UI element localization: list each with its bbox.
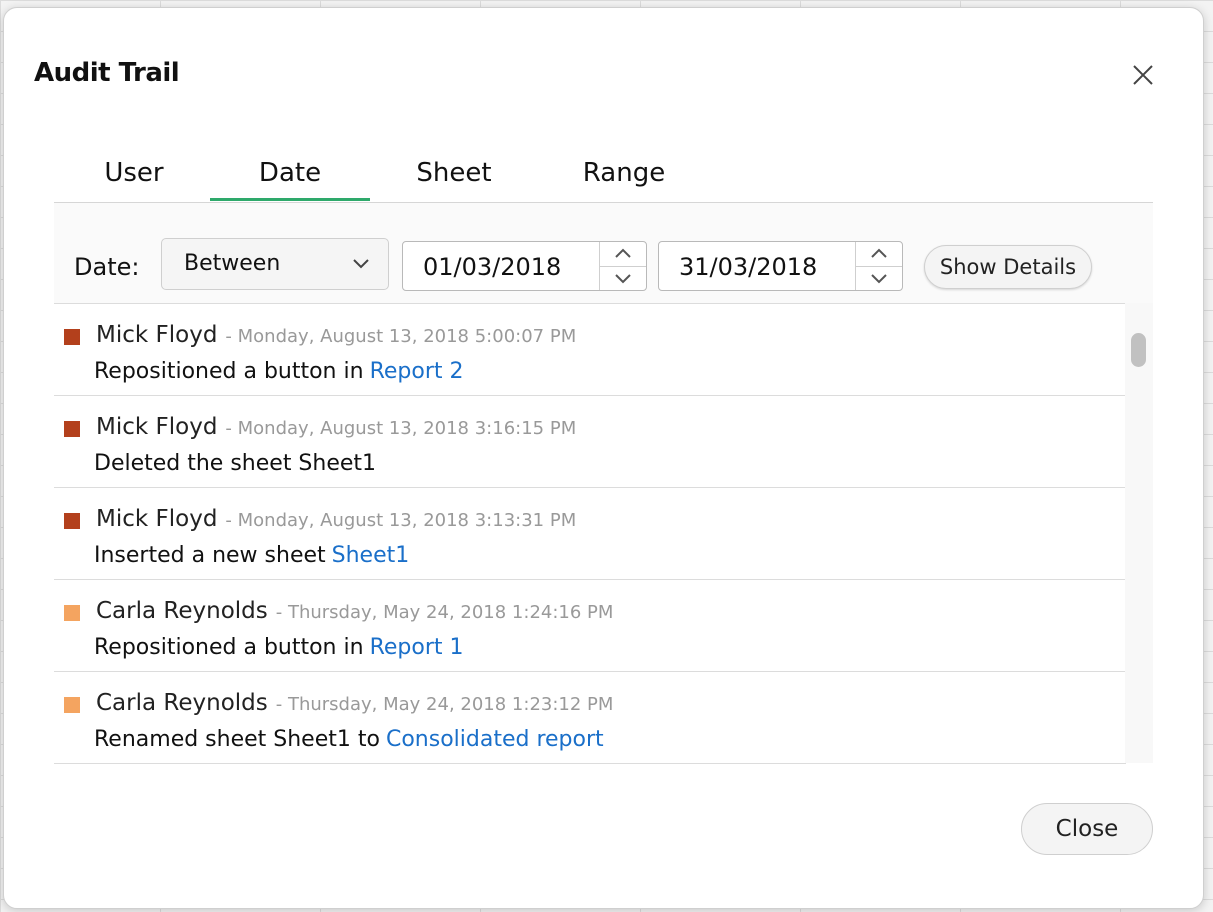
entry-timestamp: - Monday, August 13, 2018 3:13:31 PM [225, 510, 577, 531]
date-mode-select[interactable]: Between [161, 238, 389, 290]
chevron-down-icon[interactable] [856, 266, 902, 290]
audit-entry: Mick Floyd - Monday, August 13, 2018 3:16… [54, 396, 1125, 488]
entry-action: Inserted a new sheet [94, 543, 326, 568]
entry-user-name: Mick Floyd [96, 414, 218, 440]
chevron-up-icon[interactable] [600, 242, 646, 267]
chevron-down-icon [353, 259, 369, 269]
entry-user-name: Carla Reynolds [96, 598, 268, 624]
audit-trail-dialog: Audit Trail User Date Sheet Range Date: … [3, 7, 1204, 909]
from-date-field[interactable]: 01/03/2018 [402, 241, 647, 291]
entry-action: Repositioned a button in [94, 635, 364, 660]
entry-link[interactable]: Report 1 [370, 635, 464, 660]
list-scrollbar[interactable] [1125, 303, 1153, 763]
entry-user-name: Mick Floyd [96, 322, 218, 348]
tab-user[interactable]: User [84, 158, 184, 201]
show-details-button[interactable]: Show Details [924, 245, 1092, 289]
tab-range[interactable]: Range [564, 158, 684, 201]
tab-date[interactable]: Date [210, 158, 370, 201]
entry-timestamp: - Thursday, May 24, 2018 1:24:16 PM [275, 602, 614, 623]
user-color-marker [64, 513, 80, 529]
from-date-stepper [599, 242, 646, 290]
entry-timestamp: - Monday, August 13, 2018 3:16:15 PM [225, 418, 577, 439]
user-color-marker [64, 421, 80, 437]
entry-link[interactable]: Report 2 [370, 359, 464, 384]
date-filter-panel: Date: Between 01/03/2018 31/03/2018 Show… [54, 203, 1153, 303]
dialog-title: Audit Trail [34, 58, 180, 88]
scrollbar-thumb[interactable] [1131, 333, 1146, 367]
entry-timestamp: - Monday, August 13, 2018 5:00:07 PM [225, 326, 577, 347]
chevron-up-icon[interactable] [856, 242, 902, 267]
entry-action: Renamed sheet Sheet1 to [94, 727, 380, 752]
from-date-value: 01/03/2018 [423, 253, 562, 281]
to-date-value: 31/03/2018 [679, 253, 818, 281]
audit-entry: Carla Reynolds - Thursday, May 24, 2018 1… [54, 580, 1125, 672]
entry-link[interactable]: Consolidated report [386, 727, 604, 752]
entry-timestamp: - Thursday, May 24, 2018 1:23:12 PM [275, 694, 614, 715]
audit-entry: Carla Reynolds - Thursday, May 24, 2018 1… [54, 672, 1125, 764]
entry-link[interactable]: Sheet1 [332, 543, 410, 568]
date-mode-value: Between [184, 251, 281, 276]
entry-user-name: Mick Floyd [96, 506, 218, 532]
audit-entry: Mick Floyd - Monday, August 13, 2018 5:00… [54, 304, 1125, 396]
date-filter-label: Date: [74, 253, 140, 281]
tab-sheet[interactable]: Sheet [404, 158, 504, 201]
audit-entry-list: Mick Floyd - Monday, August 13, 2018 5:00… [54, 303, 1126, 764]
to-date-field[interactable]: 31/03/2018 [658, 241, 903, 291]
user-color-marker [64, 605, 80, 621]
user-color-marker [64, 329, 80, 345]
entry-user-name: Carla Reynolds [96, 690, 268, 716]
entry-action: Deleted the sheet Sheet1 [94, 451, 377, 476]
user-color-marker [64, 697, 80, 713]
close-icon[interactable] [1130, 62, 1156, 88]
audit-entry: Mick Floyd - Monday, August 13, 2018 3:13… [54, 488, 1125, 580]
chevron-down-icon[interactable] [600, 266, 646, 290]
tab-bar: User Date Sheet Range [54, 148, 1153, 203]
to-date-stepper [855, 242, 902, 290]
close-button[interactable]: Close [1021, 803, 1153, 855]
entry-action: Repositioned a button in [94, 359, 364, 384]
